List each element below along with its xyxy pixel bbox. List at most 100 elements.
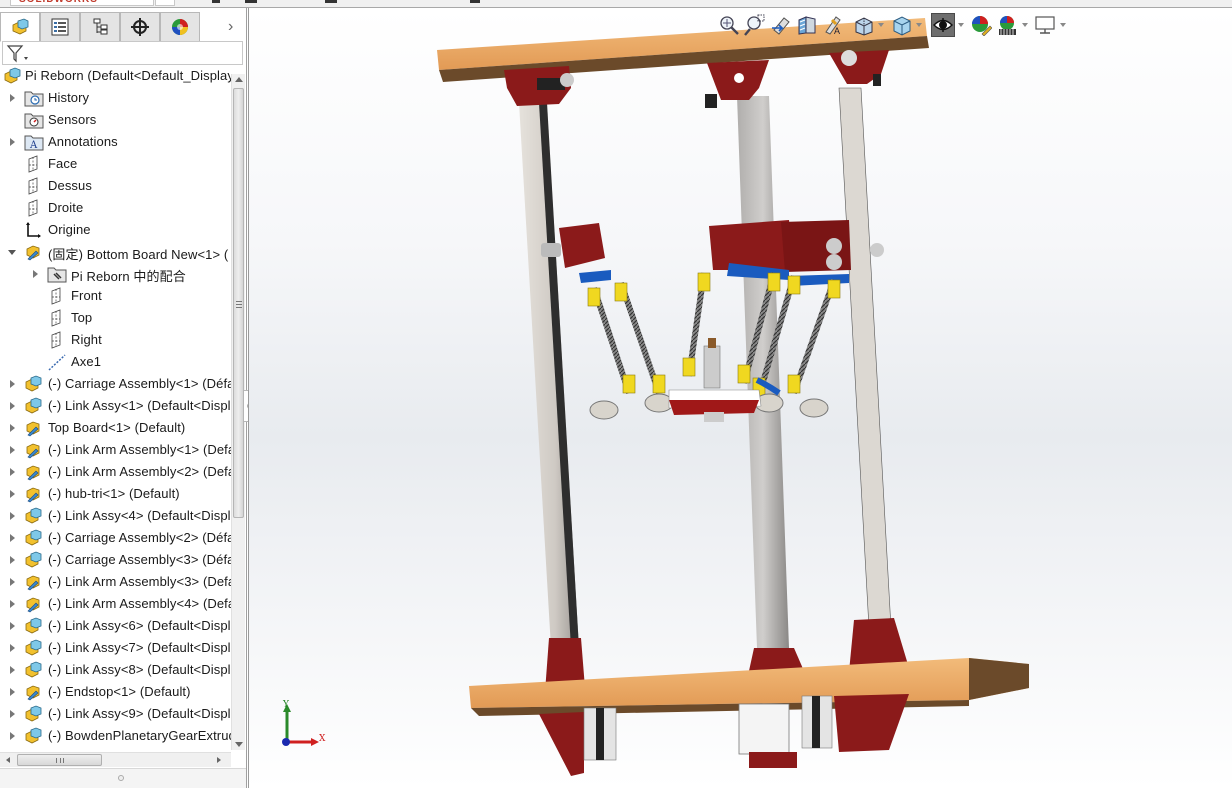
assembly-icon — [3, 67, 23, 85]
tree-item[interactable]: A Annotations — [0, 131, 231, 153]
expand-arrow-icon[interactable] — [8, 137, 16, 147]
zoom-to-fit-button[interactable] — [717, 13, 741, 37]
solidworks-logo[interactable]: SOLIDWORKS — [10, 0, 154, 6]
tree-item[interactable]: (-) BowdenPlanetaryGearExtrud — [0, 725, 231, 745]
zoom-to-area-button[interactable] — [743, 13, 767, 37]
apply-scene-button[interactable] — [995, 13, 1019, 37]
panel-resize-grip[interactable] — [0, 768, 246, 788]
part-icon — [24, 419, 44, 437]
tree-horizontal-scrollbar[interactable] — [0, 752, 231, 767]
tree-item[interactable]: Axe1 — [0, 351, 231, 373]
view-orientation-button[interactable] — [851, 13, 875, 37]
scroll-right-arrow[interactable] — [217, 757, 221, 763]
hide-show-items-button[interactable] — [931, 13, 955, 37]
tree-item[interactable]: (-) Link Assy<8> (Default<Displ — [0, 659, 231, 681]
tree-filter-bar[interactable] — [2, 41, 243, 65]
tree-item[interactable]: (-) Link Assy<7> (Default<Displ — [0, 637, 231, 659]
rod-end-yellow — [614, 282, 628, 302]
edit-appearance-button[interactable] — [969, 13, 993, 37]
hide-show-items-dropdown-caret[interactable] — [958, 23, 964, 27]
dynamic-annotation-views-button[interactable]: A — [821, 13, 845, 37]
expand-arrow-icon[interactable] — [8, 665, 16, 675]
expand-arrow-icon[interactable] — [8, 445, 16, 455]
tree-item[interactable]: Top — [0, 307, 231, 329]
tree-item[interactable]: History — [0, 87, 231, 109]
tab-scroll-right-button[interactable]: › — [228, 18, 233, 36]
tree-item[interactable]: (-) Endstop<1> (Default) — [0, 681, 231, 703]
pi-reborn-3d-model[interactable] — [249, 8, 1232, 788]
expand-arrow-icon[interactable] — [8, 401, 16, 411]
section-view-button[interactable] — [795, 13, 819, 37]
view-orientation-dropdown-caret[interactable] — [878, 23, 884, 27]
toolbar-icon-stub[interactable] — [325, 0, 337, 3]
toolbar-icon-stub[interactable] — [245, 0, 257, 3]
collapse-arrow-icon[interactable] — [8, 247, 16, 257]
scroll-left-arrow[interactable] — [6, 757, 10, 763]
expand-arrow-icon[interactable] — [8, 687, 16, 697]
expand-arrow-icon[interactable] — [8, 93, 16, 103]
hscrollbar-thumb[interactable] — [17, 754, 102, 766]
toolbar-icon-stub[interactable] — [212, 0, 220, 3]
tree-item[interactable]: Face — [0, 153, 231, 175]
expand-arrow-icon[interactable] — [8, 379, 16, 389]
previous-view-button[interactable] — [769, 13, 793, 37]
tree-item[interactable]: Front — [0, 285, 231, 307]
expand-arrow-icon[interactable] — [8, 467, 16, 477]
tree-item[interactable]: Sensors — [0, 109, 231, 131]
expand-arrow-icon[interactable] — [31, 269, 39, 279]
tree-item[interactable]: Right — [0, 329, 231, 351]
tree-item[interactable]: (-) Link Assy<4> (Default<Displ — [0, 505, 231, 527]
tree-item[interactable]: (-) Carriage Assembly<2> (Défa — [0, 527, 231, 549]
tree-item[interactable]: (-) Carriage Assembly<1> (Défa — [0, 373, 231, 395]
tree-vertical-scrollbar[interactable] — [231, 74, 245, 750]
tab-featuremanager[interactable] — [0, 12, 40, 42]
expand-arrow-icon[interactable] — [8, 555, 16, 565]
tab-configurationmanager[interactable] — [80, 12, 120, 42]
tree-item[interactable]: Dessus — [0, 175, 231, 197]
tree-item[interactable]: Pi Reborn 中的配合 — [0, 263, 231, 285]
tree-item[interactable]: (固定) Bottom Board New<1> ( — [0, 241, 231, 263]
tab-propertymanager[interactable] — [40, 12, 80, 42]
filter-icon[interactable] — [6, 44, 30, 64]
display-style-button[interactable] — [889, 13, 913, 37]
dimxpert-manager-icon — [131, 18, 149, 36]
tree-item[interactable]: Droite — [0, 197, 231, 219]
tree-item[interactable]: (-) Carriage Assembly<3> (Défa — [0, 549, 231, 571]
tree-item[interactable]: (-) Link Arm Assembly<2> (Defa — [0, 461, 231, 483]
subassembly-icon — [24, 705, 44, 723]
tree-item[interactable]: Origine — [0, 219, 231, 241]
graphics-area[interactable]: A X Y — [248, 8, 1232, 788]
expand-arrow-icon[interactable] — [8, 599, 16, 609]
apply-scene-dropdown-caret[interactable] — [1022, 23, 1028, 27]
tab-displaymanager[interactable] — [160, 12, 200, 42]
expand-arrow-icon[interactable] — [8, 511, 16, 521]
expand-arrow-icon[interactable] — [8, 709, 16, 719]
tree-item[interactable]: (-) Link Arm Assembly<1> (Defa — [0, 439, 231, 461]
expand-arrow-icon[interactable] — [8, 489, 16, 499]
scrollbar-thumb[interactable] — [233, 88, 244, 518]
tree-item[interactable]: (-) Link Arm Assembly<3> (Defa — [0, 571, 231, 593]
tree-item[interactable]: (-) Link Assy<9> (Default<Displ — [0, 703, 231, 725]
tree-item[interactable]: (-) Link Assy<1> (Default<Displ — [0, 395, 231, 417]
display-style-dropdown-caret[interactable] — [916, 23, 922, 27]
mates-folder-icon — [47, 265, 67, 283]
expand-arrow-icon[interactable] — [8, 621, 16, 631]
tree-item[interactable]: (-) hub-tri<1> (Default) — [0, 483, 231, 505]
scroll-down-arrow[interactable] — [235, 742, 243, 747]
menu-toggle[interactable] — [155, 0, 175, 6]
axis-icon — [47, 353, 67, 371]
expand-arrow-icon[interactable] — [8, 577, 16, 587]
expand-arrow-icon[interactable] — [8, 533, 16, 543]
expand-arrow-icon[interactable] — [8, 643, 16, 653]
expand-arrow-icon[interactable] — [8, 423, 16, 433]
expand-arrow-icon[interactable] — [8, 731, 16, 741]
tree-item[interactable]: (-) Link Assy<6> (Default<Displ — [0, 615, 231, 637]
view-settings-dropdown-caret[interactable] — [1060, 23, 1066, 27]
toolbar-icon-stub[interactable] — [470, 0, 480, 3]
tab-dimxpertmanager[interactable] — [120, 12, 160, 42]
view-settings-button[interactable] — [1033, 13, 1057, 37]
tree-item[interactable]: (-) Link Arm Assembly<4> (Defa — [0, 593, 231, 615]
scroll-up-arrow[interactable] — [235, 77, 243, 82]
tree-item[interactable]: Top Board<1> (Default) — [0, 417, 231, 439]
tree-root-item[interactable]: Pi Reborn (Default<Default_Display — [0, 65, 231, 87]
